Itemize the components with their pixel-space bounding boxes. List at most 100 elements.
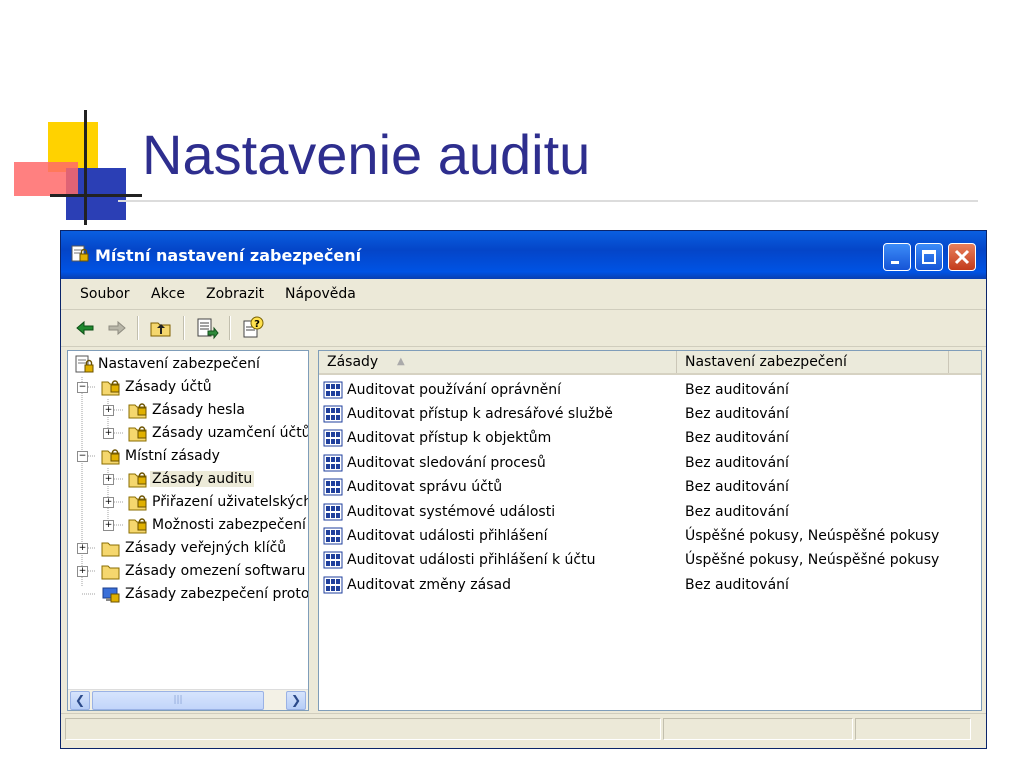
forward-arrow-icon[interactable] — [105, 316, 129, 340]
security-settings-icon — [71, 245, 89, 262]
back-arrow-icon[interactable] — [73, 316, 97, 340]
policy-name: Auditovat systémové události — [347, 504, 556, 520]
audit-policy-icon — [323, 454, 343, 472]
policy-setting: Bez auditování — [685, 504, 789, 520]
audit-policy-icon — [323, 381, 343, 399]
horizontal-scrollbar[interactable]: ❮ ||| ❯ — [68, 689, 308, 710]
scroll-thumb[interactable]: ||| — [92, 691, 264, 710]
sort-ascending-icon: ▲ — [397, 356, 405, 367]
maximize-button[interactable] — [915, 243, 943, 271]
minimize-button[interactable] — [883, 243, 911, 271]
column-header-zasady[interactable]: Zásady ▲ — [319, 351, 677, 373]
table-row[interactable]: Auditovat správu účtů Bez auditování — [319, 475, 981, 499]
scroll-right-button[interactable]: ❯ — [286, 691, 306, 710]
policy-setting: Bez auditování — [685, 382, 789, 398]
up-one-level-icon[interactable] — [149, 316, 173, 340]
toolbar: ? — [61, 310, 986, 347]
toolbar-separator — [137, 316, 139, 340]
expand-toggle[interactable]: + — [103, 428, 114, 439]
policy-list: Zásady ▲ Nastavení zabezpečení Auditovat… — [318, 350, 982, 711]
expand-toggle[interactable]: + — [77, 543, 88, 554]
table-row[interactable]: Auditovat změny zásad Bez auditování — [319, 573, 981, 597]
export-list-icon[interactable] — [195, 316, 219, 340]
audit-policy-icon — [323, 478, 343, 496]
folder-icon — [101, 542, 120, 557]
expand-toggle[interactable]: + — [103, 405, 114, 416]
policy-folder-icon — [128, 472, 147, 488]
expand-toggle[interactable]: + — [103, 520, 114, 531]
tree-item-label: Zásady veřejných klíčů — [125, 540, 287, 556]
tree-item-label: Zásady uzamčení účtů — [152, 425, 309, 441]
table-row[interactable]: Auditovat sledování procesů Bez auditová… — [319, 451, 981, 475]
collapse-toggle[interactable]: − — [77, 451, 88, 462]
policy-folder-icon — [128, 495, 147, 511]
policy-folder-icon — [101, 449, 120, 465]
close-button[interactable] — [948, 243, 976, 271]
menu-zobrazit[interactable]: Zobrazit — [206, 286, 264, 302]
policy-setting: Bez auditování — [685, 406, 789, 422]
status-pane — [855, 718, 971, 740]
policy-folder-icon — [128, 426, 147, 442]
expand-toggle[interactable]: + — [103, 497, 114, 508]
menu-akce[interactable]: Akce — [151, 286, 185, 302]
close-icon — [954, 249, 970, 265]
status-bar — [61, 713, 986, 744]
chevron-left-icon: ❮ — [74, 693, 86, 707]
tree-item-label: Zásady auditu — [150, 471, 255, 487]
scroll-left-button[interactable]: ❮ — [70, 691, 90, 710]
tree-item-label: Nastavení zabezpečení — [98, 356, 260, 372]
console-tree: Nastavení zabezpečení − Zásady účtů + Zá… — [67, 350, 309, 711]
slide-decoration — [14, 110, 142, 225]
security-settings-icon — [75, 355, 94, 373]
table-row[interactable]: Auditovat systémové události Bez auditov… — [319, 500, 981, 524]
status-pane — [65, 718, 661, 740]
expand-toggle[interactable]: + — [103, 474, 114, 485]
expand-toggle[interactable]: + — [77, 566, 88, 577]
policy-name: Auditovat události přihlášení — [347, 528, 548, 544]
tree-item-label: Zásady omezení softwaru — [125, 563, 306, 579]
table-row[interactable]: Auditovat používání oprávnění Bez audito… — [319, 378, 981, 402]
policy-folder-icon — [128, 518, 147, 534]
column-header-label: Zásady — [327, 354, 379, 370]
table-row[interactable]: Auditovat přístup k objektům Bez auditov… — [319, 426, 981, 450]
window-title: Místní nastavení zabezpečení — [95, 246, 362, 265]
table-row[interactable]: Auditovat události přihlášení k účtu Úsp… — [319, 548, 981, 572]
policy-setting: Úspěšné pokusy, Neúspěšné pokusy — [685, 552, 940, 568]
table-row[interactable]: Auditovat přístup k adresářové službě Be… — [319, 402, 981, 426]
policy-setting: Bez auditování — [685, 455, 789, 471]
audit-policy-icon — [323, 551, 343, 569]
column-header-label: Nastavení zabezpečení — [685, 354, 847, 370]
tree-item-label: Možnosti zabezpečení — [152, 517, 306, 533]
table-row[interactable]: Auditovat události přihlášení Úspěšné po… — [319, 524, 981, 548]
tree-item-label: Místní zásady — [125, 448, 220, 464]
policy-setting: Úspěšné pokusy, Neúspěšné pokusy — [685, 528, 940, 544]
policy-name: Auditovat události přihlášení k účtu — [347, 552, 596, 568]
tree-item-label: Přiřazení uživatelských — [152, 494, 309, 510]
collapse-toggle[interactable]: − — [77, 382, 88, 393]
audit-policy-icon — [323, 576, 343, 594]
security-settings-window: Místní nastavení zabezpečení Soubor Akce… — [60, 230, 987, 749]
maximize-icon — [922, 250, 936, 264]
tree-item-label: Zásady zabezpečení protok — [125, 586, 309, 602]
help-icon[interactable]: ? — [241, 316, 265, 340]
policy-name: Auditovat používání oprávnění — [347, 382, 562, 398]
chevron-right-icon: ❯ — [290, 693, 302, 707]
policy-setting: Bez auditování — [685, 430, 789, 446]
svg-text:?: ? — [254, 319, 260, 330]
ip-security-icon — [102, 587, 120, 603]
audit-policy-icon — [323, 503, 343, 521]
menu-napoveda[interactable]: Nápověda — [285, 286, 356, 302]
tree-item-label: Zásady účtů — [125, 379, 212, 395]
tree-item-label: Zásady hesla — [152, 402, 245, 418]
policy-name: Auditovat změny zásad — [347, 577, 511, 593]
column-header-nastaveni[interactable]: Nastavení zabezpečení — [677, 351, 949, 373]
window-titlebar[interactable]: Místní nastavení zabezpečení — [61, 231, 986, 279]
folder-icon — [101, 565, 120, 580]
list-header: Zásady ▲ Nastavení zabezpečení — [319, 351, 981, 375]
policy-setting: Bez auditování — [685, 479, 789, 495]
audit-policy-icon — [323, 429, 343, 447]
slide-title: Nastavenie auditu — [142, 123, 591, 186]
policy-folder-icon — [128, 403, 147, 419]
menu-soubor[interactable]: Soubor — [80, 286, 130, 302]
policy-name: Auditovat správu účtů — [347, 479, 503, 495]
